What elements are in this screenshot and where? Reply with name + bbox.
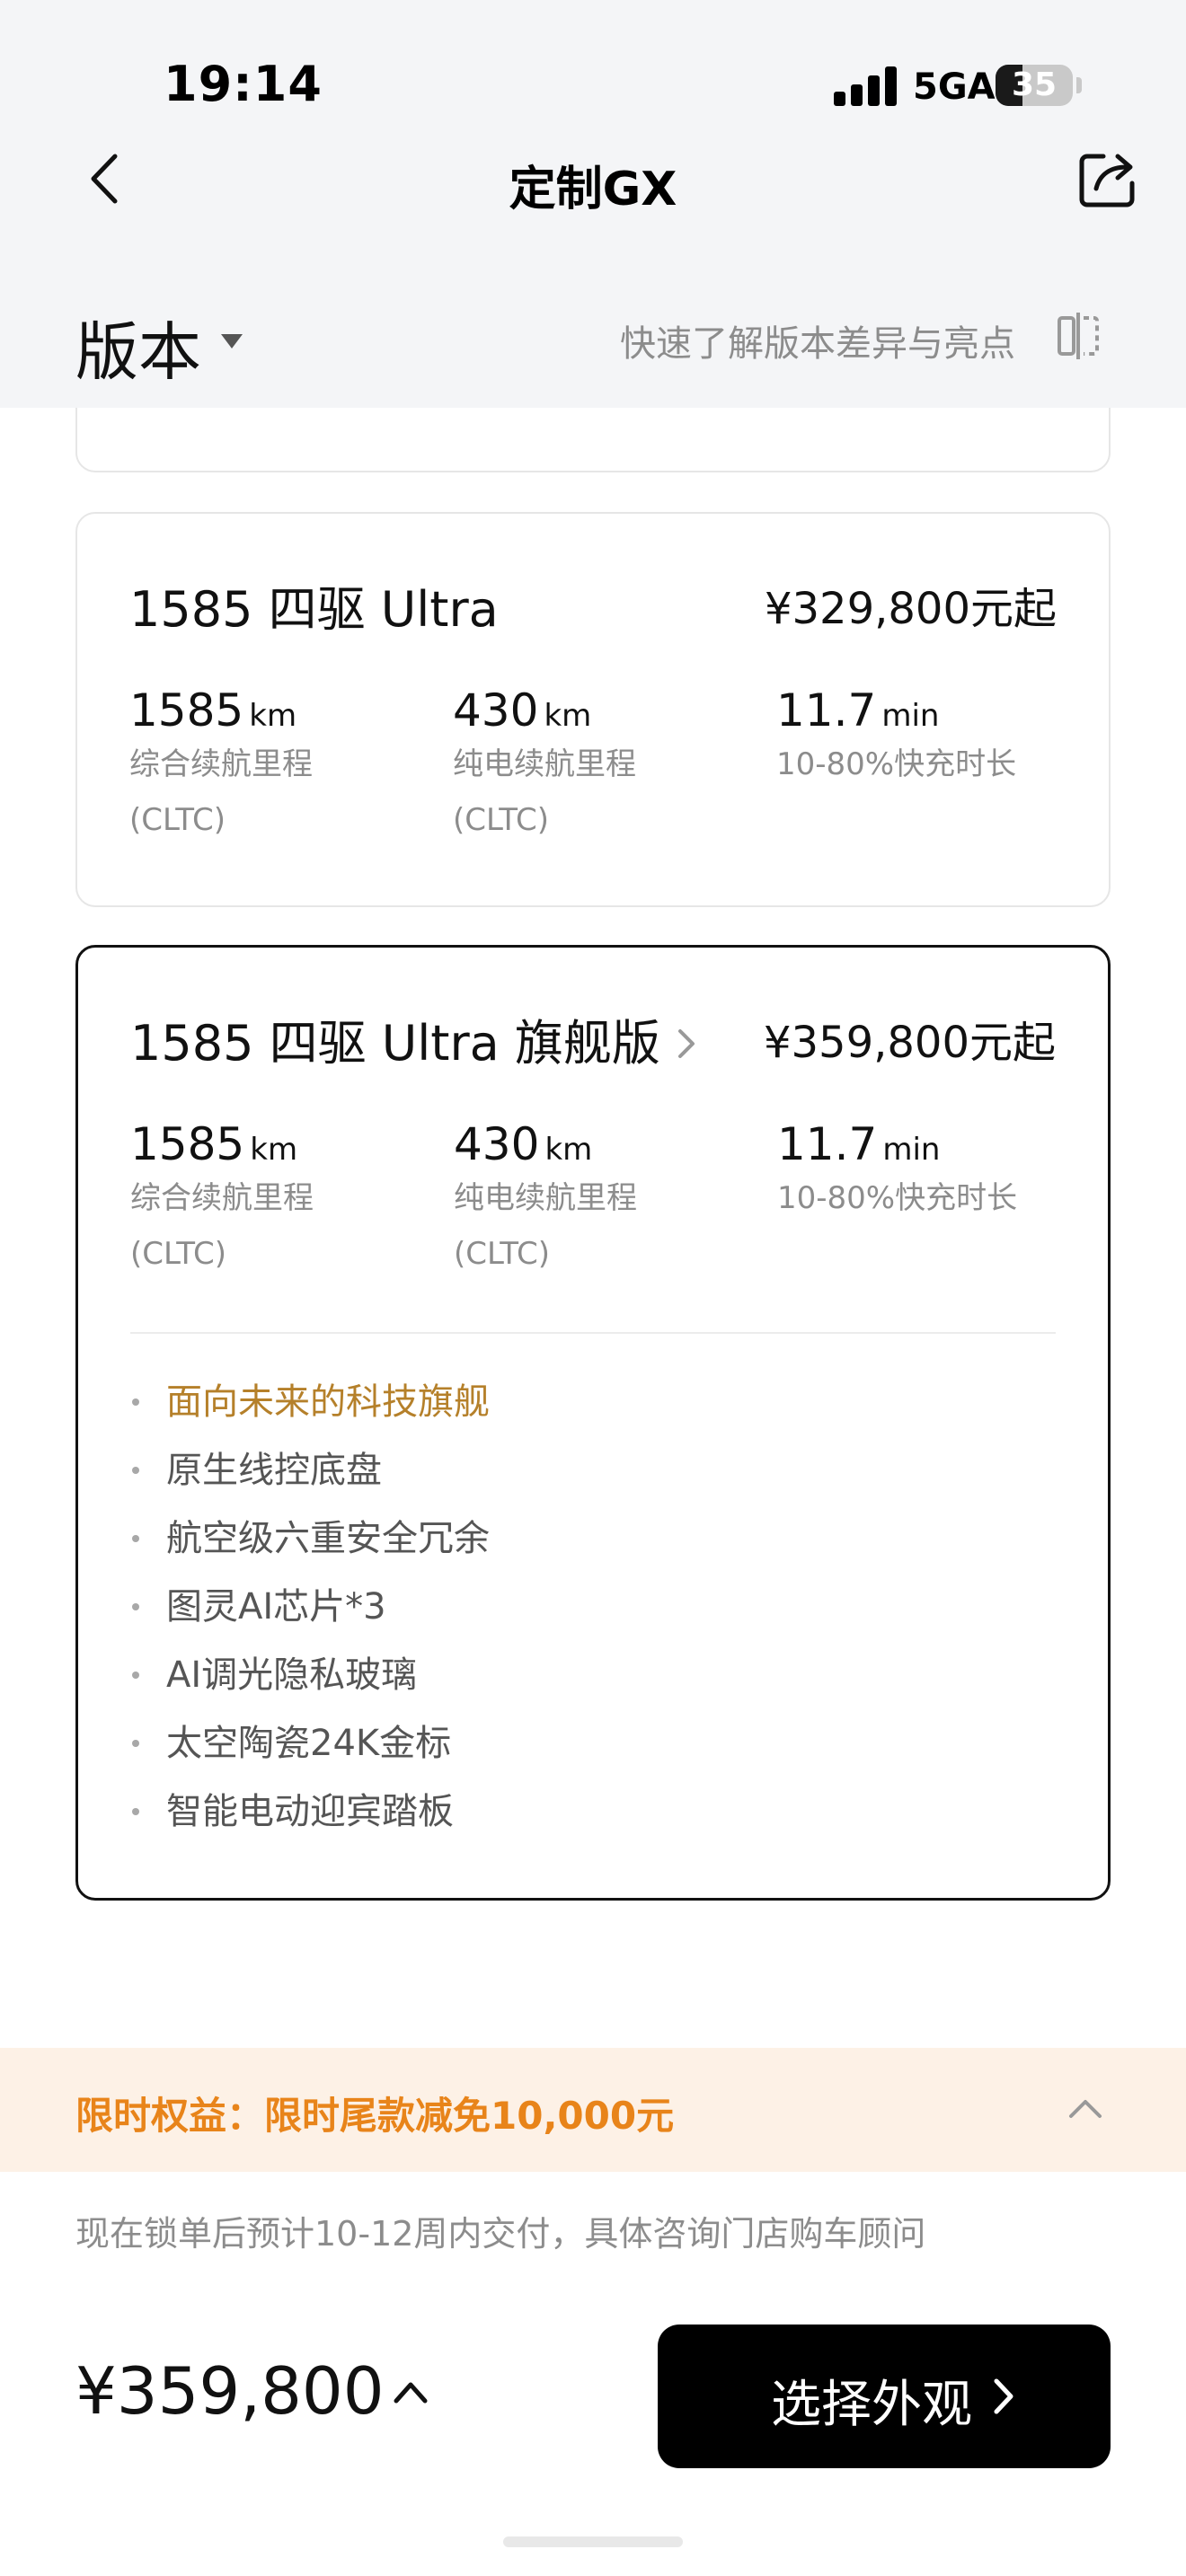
spec-sub: (CLTC) bbox=[129, 802, 226, 838]
spec-value: 11.7 bbox=[777, 1118, 878, 1170]
spec-label: 10-80%快充时长 bbox=[776, 746, 1017, 782]
spec-combined-range: 1585 km 综合续航里程 (CLTC) bbox=[129, 684, 417, 848]
share-button[interactable] bbox=[1075, 147, 1139, 212]
feature-item: 太空陶瓷24K金标 bbox=[130, 1709, 490, 1778]
trim-card-selected[interactable]: 1585 四驱 Ultra 旗舰版 ¥359,800元起 1585 km 综合续航… bbox=[75, 945, 1111, 1901]
spec-value: 1585 bbox=[129, 684, 244, 737]
feature-item: AI调光隐私玻璃 bbox=[130, 1641, 490, 1709]
version-selector-bar: 版本 快速了解版本差异与亮点 bbox=[0, 287, 1186, 395]
spec-unit: km bbox=[249, 698, 297, 734]
promo-banner[interactable]: 限时权益：限时尾款减免10,000元 bbox=[0, 2048, 1186, 2172]
spec-label: 10-80%快充时长 bbox=[777, 1180, 1018, 1216]
version-dropdown-label[interactable]: 版本 bbox=[75, 302, 201, 393]
chevron-up-icon[interactable] bbox=[1067, 2096, 1103, 2120]
chevron-right-icon bbox=[994, 2378, 1013, 2414]
spec-unit: min bbox=[882, 1132, 941, 1168]
page-title: 定制GX bbox=[509, 163, 677, 216]
battery-cap bbox=[1076, 77, 1082, 93]
spec-label: 纯电续航里程 bbox=[454, 1180, 637, 1216]
trim-price: ¥329,800元起 bbox=[764, 584, 1057, 634]
caret-down-icon[interactable] bbox=[219, 332, 244, 350]
total-price[interactable]: ¥359,800 bbox=[75, 2353, 385, 2429]
trim-price: ¥359,800元起 bbox=[763, 1018, 1056, 1068]
trim-card[interactable]: 1585 四驱 Ultra ¥329,800元起 1585 km 综合续航里程 (C… bbox=[75, 512, 1111, 907]
spec-value: 11.7 bbox=[776, 684, 877, 737]
spec-sub: (CLTC) bbox=[453, 802, 550, 838]
home-indicator bbox=[503, 2536, 683, 2547]
spec-electric-range: 430 km 纯电续航里程 (CLTC) bbox=[454, 1118, 741, 1282]
spec-fast-charge: 11.7 min 10-80%快充时长 bbox=[777, 1118, 1065, 1226]
spec-value: 430 bbox=[454, 1118, 540, 1170]
spec-combined-range: 1585 km 综合续航里程 (CLTC) bbox=[130, 1118, 418, 1282]
compare-split-icon[interactable] bbox=[1057, 311, 1100, 361]
trim-name-row[interactable]: 1585 四驱 Ultra 旗舰版 bbox=[130, 1003, 698, 1074]
compare-versions-link[interactable]: 快速了解版本差异与亮点 bbox=[620, 314, 1015, 366]
spec-value: 430 bbox=[453, 684, 539, 737]
feature-item: 航空级六重安全冗余 bbox=[130, 1504, 490, 1573]
nav-bar: 定制GX bbox=[0, 135, 1186, 225]
top-header: 19:14 5GA 35 定制GX 版本 快速了解版本差异与亮点 bbox=[0, 0, 1186, 408]
promo-text: 限时权益：限时尾款减免10,000元 bbox=[75, 2094, 675, 2138]
card-divider bbox=[130, 1332, 1056, 1334]
status-time: 19:14 bbox=[164, 56, 323, 112]
trim-name: 1585 四驱 Ultra 旗舰版 bbox=[130, 1015, 660, 1072]
network-type: 5GA bbox=[913, 66, 996, 108]
feature-list: 面向未来的科技旗舰 原生线控底盘 航空级六重安全冗余 图灵AI芯片*3 AI调光… bbox=[130, 1368, 490, 1846]
share-icon bbox=[1079, 154, 1135, 207]
spec-unit: km bbox=[544, 1132, 593, 1168]
spec-label: 纯电续航里程 bbox=[453, 746, 636, 782]
spec-sub: (CLTC) bbox=[454, 1236, 551, 1272]
battery-icon: 35 bbox=[996, 65, 1073, 106]
chevron-up-icon[interactable] bbox=[392, 2378, 429, 2405]
spec-fast-charge: 11.7 min 10-80%快充时长 bbox=[776, 684, 1064, 792]
spec-value: 1585 bbox=[130, 1118, 245, 1170]
status-bar: 19:14 5GA 35 bbox=[0, 0, 1186, 144]
trim-name: 1585 四驱 Ultra bbox=[129, 581, 499, 638]
feature-item: 图灵AI芯片*3 bbox=[130, 1573, 490, 1641]
feature-item-highlight: 面向未来的科技旗舰 bbox=[130, 1368, 490, 1436]
select-exterior-button[interactable]: 选择外观 bbox=[658, 2325, 1111, 2468]
feature-item: 原生线控底盘 bbox=[130, 1436, 490, 1504]
cta-label: 选择外观 bbox=[771, 2376, 972, 2434]
battery-level: 35 bbox=[1011, 66, 1058, 103]
cellular-signal-icon bbox=[834, 65, 897, 106]
spec-unit: min bbox=[881, 698, 940, 734]
delivery-note: 现在锁单后预计10-12周内交付，具体咨询门店购车顾问 bbox=[75, 2214, 926, 2254]
spec-sub: (CLTC) bbox=[130, 1236, 227, 1272]
spec-electric-range: 430 km 纯电续航里程 (CLTC) bbox=[453, 684, 740, 848]
spec-label: 综合续航里程 bbox=[130, 1180, 314, 1216]
spec-unit: km bbox=[250, 1132, 298, 1168]
chevron-right-icon bbox=[677, 1029, 695, 1058]
feature-item: 智能电动迎宾踏板 bbox=[130, 1778, 490, 1846]
spec-unit: km bbox=[544, 698, 592, 734]
spec-label: 综合续航里程 bbox=[129, 746, 313, 782]
